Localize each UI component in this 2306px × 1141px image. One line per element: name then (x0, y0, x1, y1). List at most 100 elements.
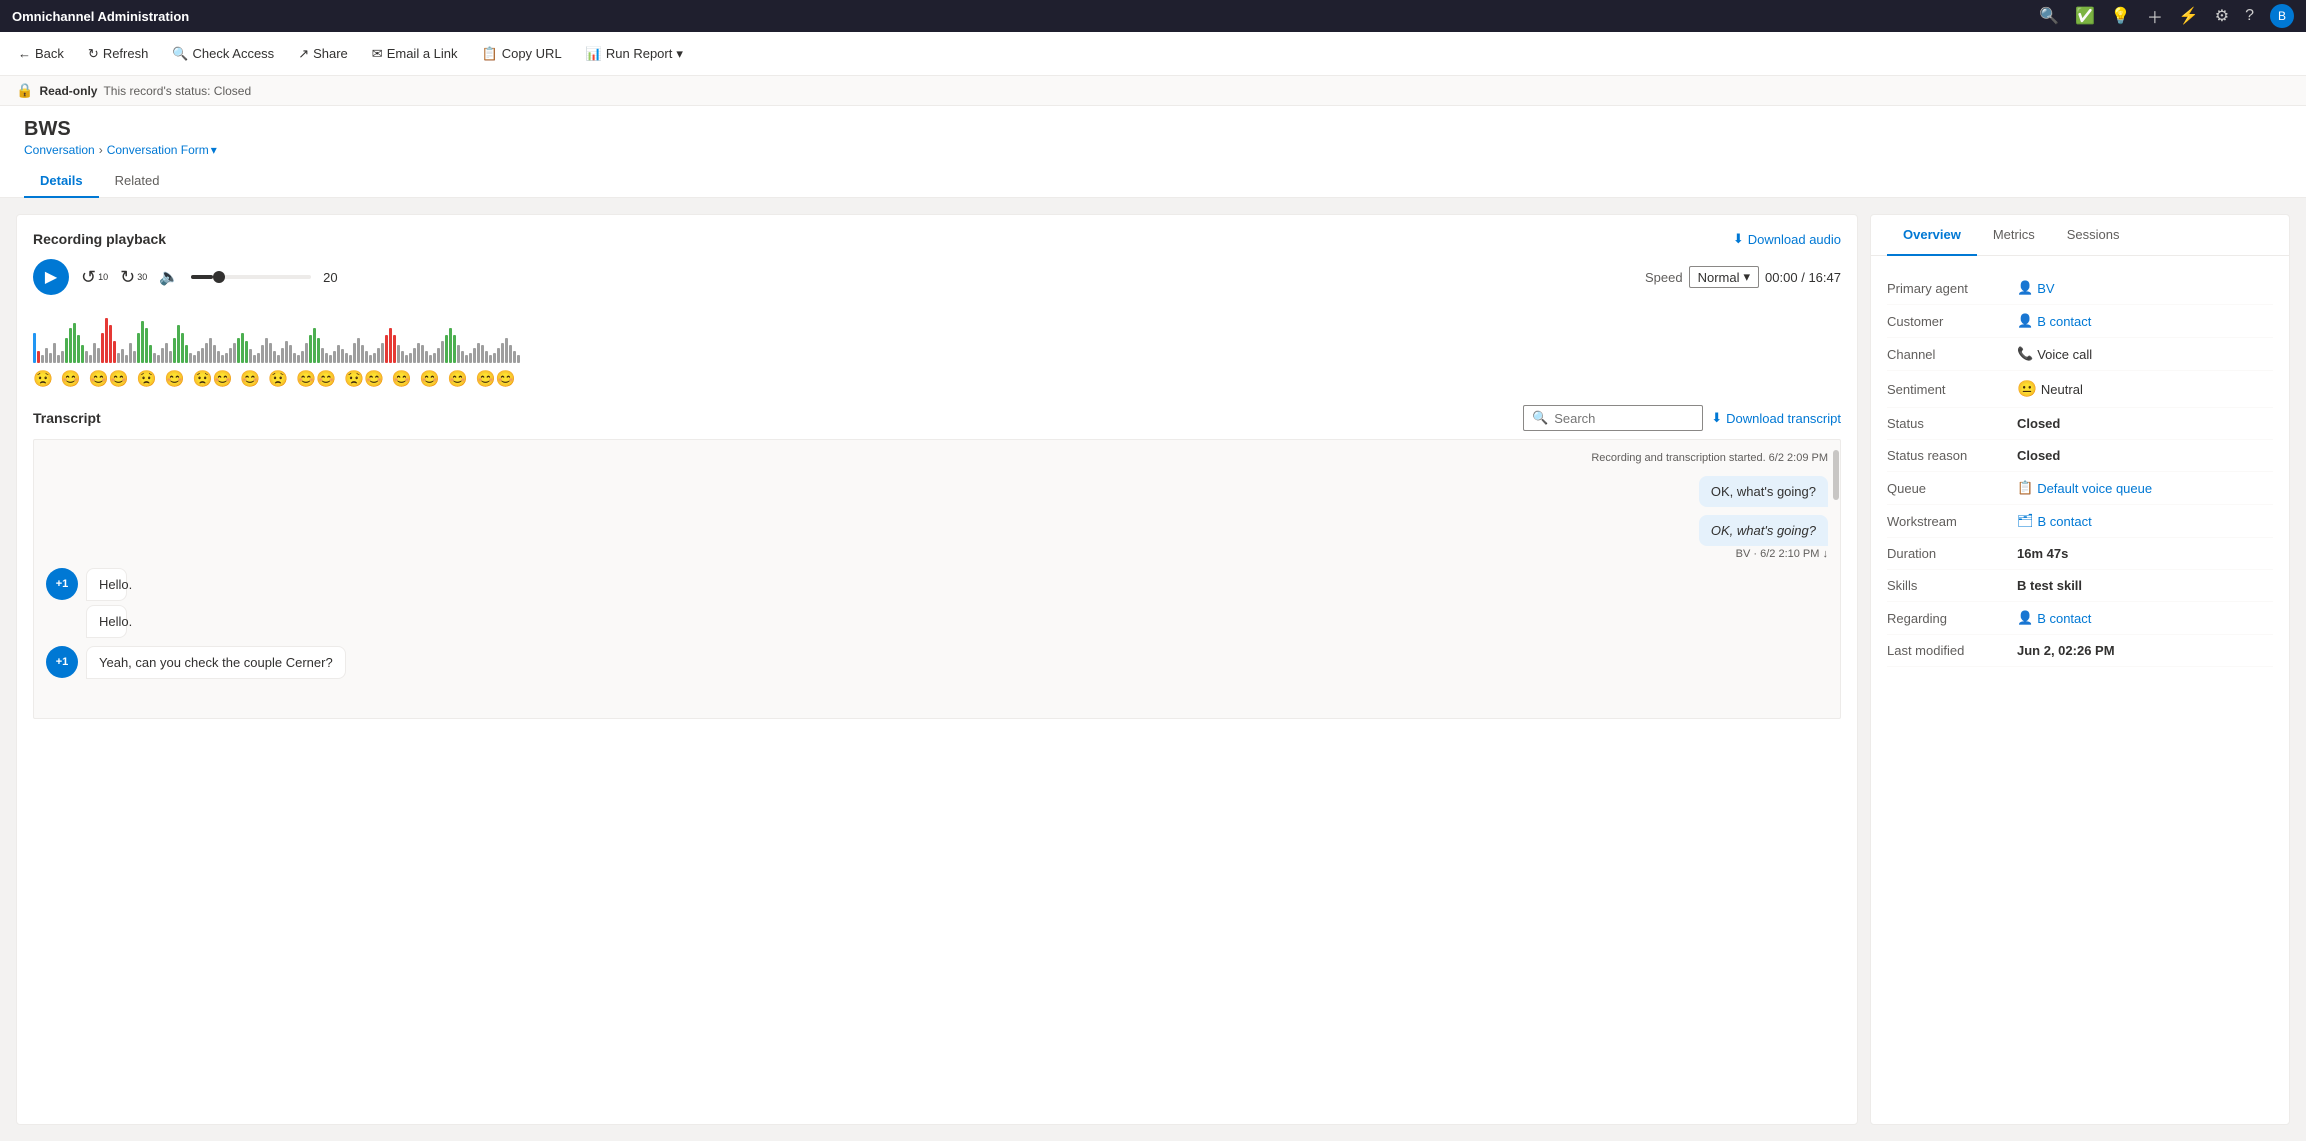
value-regarding[interactable]: 👤 B contact (2017, 610, 2091, 626)
scrollbar-thumb (1833, 450, 1839, 500)
waveform-bar (309, 335, 312, 363)
field-last-modified: Last modified Jun 2, 02:26 PM (1887, 635, 2273, 667)
label-regarding: Regarding (1887, 611, 2017, 626)
time-current: 00:00 (1765, 270, 1798, 285)
field-customer: Customer 👤 B contact (1887, 305, 2273, 338)
waveform-bar (45, 348, 48, 363)
rewind-button[interactable]: ↺ 10 (81, 267, 108, 288)
value-primary-agent[interactable]: 👤 BV (2017, 280, 2055, 296)
waveform-bar (241, 333, 244, 363)
label-status: Status (1887, 416, 2017, 431)
sentiment-icon: 😟😊 (193, 369, 233, 389)
breadcrumb-conversation-link[interactable]: Conversation (24, 143, 95, 157)
download-transcript-button[interactable]: ⬇ Download transcript (1711, 410, 1841, 426)
waveform-bar (473, 348, 476, 363)
scrollbar[interactable] (1832, 440, 1840, 718)
value-sentiment: 😐 Neutral (2017, 379, 2083, 399)
form-link-text: Conversation Form (107, 143, 209, 157)
back-button[interactable]: ← Back (8, 42, 74, 65)
message-left-2: +1 Yeah, can you check the couple Cerner… (46, 646, 1828, 679)
right-tab-sessions[interactable]: Sessions (2051, 215, 2136, 256)
sentiment-icon: 😊😊 (89, 369, 129, 389)
waveform-bar (201, 348, 204, 363)
help-icon[interactable]: ? (2245, 7, 2254, 25)
waveform-bar (477, 343, 480, 363)
waveform-bar (449, 328, 452, 363)
message-meta-right: BV · 6/2 2:10 PM ↓ (1736, 548, 1828, 560)
value-workstream[interactable]: 🗂 B contact (2017, 513, 2092, 529)
download-audio-button[interactable]: ⬇ Download audio (1733, 231, 1841, 247)
waveform-bar (337, 345, 340, 363)
run-report-button[interactable]: 📊 Run Report ▾ (576, 42, 693, 66)
waveform-bar (357, 338, 360, 363)
waveform-bar (237, 338, 240, 363)
seek-bar[interactable] (191, 275, 311, 279)
refresh-button[interactable]: ↻ Refresh (78, 42, 158, 66)
copy-url-button[interactable]: 📋 Copy URL (472, 42, 572, 66)
check-access-button[interactable]: 🔍 Check Access (162, 42, 284, 66)
waveform-bar (205, 343, 208, 363)
waveform[interactable] (33, 303, 1841, 363)
value-status-reason: Closed (2017, 448, 2060, 463)
form-chevron-icon: ▾ (211, 143, 217, 157)
waveform-bar (373, 353, 376, 363)
waveform-bar (257, 353, 260, 363)
lightbulb-icon[interactable]: 💡 (2111, 6, 2131, 26)
waveform-bar (117, 353, 120, 363)
filter-icon[interactable]: ⚡ (2179, 6, 2199, 26)
breadcrumb-form-link[interactable]: Conversation Form ▾ (107, 143, 217, 157)
share-button[interactable]: ↗ Share (288, 42, 358, 66)
waveform-bar (297, 355, 300, 363)
value-queue[interactable]: 📋 Default voice queue (2017, 480, 2152, 496)
bubble-left-1a: Hello. (86, 568, 127, 601)
transcript-search-input[interactable] (1554, 411, 1694, 426)
speed-chevron-icon: ▾ (1744, 269, 1751, 285)
waveform-bar (141, 321, 144, 363)
plus-icon[interactable]: ＋ (2147, 4, 2163, 28)
user-avatar[interactable]: B (2270, 4, 2294, 28)
waveform-bar (153, 353, 156, 363)
settings-icon[interactable]: ⚙ (2215, 6, 2229, 26)
page-title: BWS (24, 118, 2282, 141)
field-sentiment: Sentiment 😐 Neutral (1887, 371, 2273, 408)
run-report-label: Run Report (606, 46, 672, 61)
waveform-bar (397, 345, 400, 363)
waveform-bar (301, 351, 304, 363)
chevron-down-icon: ▾ (676, 46, 683, 62)
tab-related[interactable]: Related (99, 165, 176, 198)
waveform-bar (505, 338, 508, 363)
waveform-bar (401, 351, 404, 363)
label-skills: Skills (1887, 578, 2017, 593)
forward-button[interactable]: ↻ 30 (120, 267, 147, 288)
waveform-bar (493, 353, 496, 363)
seek-filled (191, 275, 213, 279)
value-status: Closed (2017, 416, 2060, 431)
waveform-bar (85, 351, 88, 363)
waveform-bar (389, 328, 392, 363)
tab-details[interactable]: Details (24, 165, 99, 198)
volume-value: 20 (323, 270, 337, 285)
waveform-bar (381, 343, 384, 363)
speed-select[interactable]: Normal ▾ (1689, 266, 1759, 288)
volume-button[interactable]: 🔈 (159, 267, 179, 287)
waveform-bar (517, 355, 520, 363)
waveform-bar (269, 343, 272, 363)
report-icon: 📊 (586, 46, 602, 62)
queue-icon: 📋 (2017, 480, 2033, 496)
waveform-bar (365, 351, 368, 363)
right-tab-overview[interactable]: Overview (1887, 215, 1977, 256)
right-tab-metrics[interactable]: Metrics (1977, 215, 2051, 256)
check-circle-icon[interactable]: ✅ (2075, 6, 2095, 26)
speed-value: Normal (1698, 270, 1740, 285)
email-link-button[interactable]: ✉ Email a Link (362, 42, 468, 66)
time-display: 00:00 / 16:47 (1765, 270, 1841, 285)
waveform-bar (317, 338, 320, 363)
waveform-bar (193, 355, 196, 363)
search-icon[interactable]: 🔍 (2039, 6, 2059, 26)
recording-started-text: Recording and transcription started. 6/2… (46, 452, 1828, 464)
back-label: Back (35, 46, 64, 61)
value-customer[interactable]: 👤 B contact (2017, 313, 2091, 329)
play-button[interactable]: ▶ (33, 259, 69, 295)
app-title: Omnichannel Administration (12, 9, 189, 24)
waveform-bar (165, 343, 168, 363)
